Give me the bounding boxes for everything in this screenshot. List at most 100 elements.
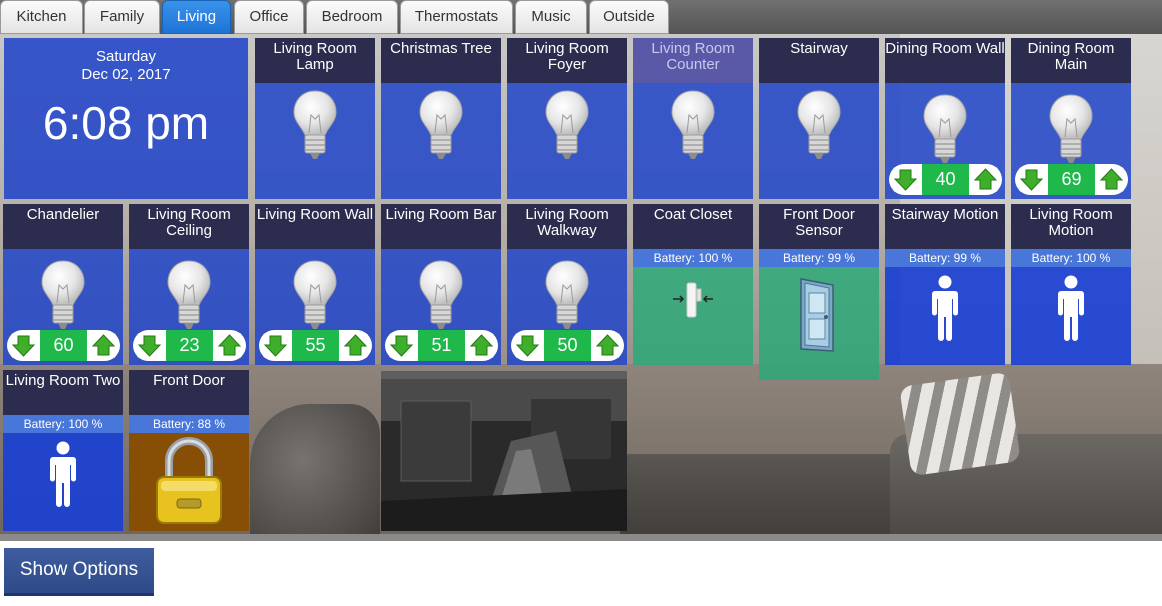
tile-title: Living Room Two [3, 370, 123, 415]
background-chair [250, 404, 380, 541]
tile-title: Front Door [129, 370, 249, 415]
clock-time: 6:08 pm [42, 97, 210, 149]
contact-sensor-icon [673, 282, 713, 318]
tab-bedroom[interactable]: Bedroom [306, 0, 398, 34]
dimmer-tile-dining-room-main[interactable]: Dining Room Main 69 [1011, 38, 1131, 199]
lightbulb-icon [545, 260, 589, 330]
tile-title: Living Room Bar [381, 204, 501, 249]
lightbulb-icon [545, 90, 589, 160]
light-switch[interactable] [759, 83, 879, 199]
dimmer-tile-living-room-bar[interactable]: Living Room Bar 51 [381, 204, 501, 365]
sensor-tile-stairway-motion[interactable]: Stairway Motion Battery: 99 % [885, 204, 1005, 365]
light-tile-christmas-tree[interactable]: Christmas Tree [381, 38, 501, 199]
dimmer-level: 69 [1048, 164, 1095, 195]
arrow-up-icon[interactable] [468, 332, 495, 359]
arrow-up-icon[interactable] [972, 166, 999, 193]
arrow-down-icon[interactable] [136, 332, 163, 359]
tile-title: Christmas Tree [381, 38, 501, 83]
light-switch[interactable] [255, 83, 375, 199]
light-tile-stairway[interactable]: Stairway [759, 38, 879, 199]
lightbulb-icon [293, 260, 337, 330]
dimmer-tile-chandelier[interactable]: Chandelier 60 [3, 204, 123, 365]
arrow-up-icon[interactable] [216, 332, 243, 359]
light-switch[interactable] [507, 83, 627, 199]
camera-image [381, 371, 627, 531]
lightbulb-icon [419, 260, 463, 330]
tile-title: Coat Closet [633, 204, 753, 249]
tab-family[interactable]: Family [84, 0, 160, 34]
arrow-down-icon[interactable] [892, 166, 919, 193]
lock-state[interactable] [129, 433, 249, 531]
battery-status: Battery: 100 % [3, 415, 123, 433]
dimmer-tile-living-room-walkway[interactable]: Living Room Walkway 50 [507, 204, 627, 365]
light-switch[interactable]: 51 [381, 249, 501, 365]
dimmer-tile-dining-room-wall[interactable]: Dining Room Wall 40 [885, 38, 1005, 199]
show-options-button[interactable]: Show Options [4, 548, 154, 596]
sensor-tile-front-door-sensor[interactable]: Front Door Sensor Battery: 99 % [759, 204, 879, 380]
arrow-down-icon[interactable] [1018, 166, 1045, 193]
arrow-down-icon[interactable] [10, 332, 37, 359]
lock-tile-front-door[interactable]: Front Door Battery: 88 % [129, 370, 249, 531]
arrow-down-icon[interactable] [388, 332, 415, 359]
light-switch[interactable] [633, 83, 753, 199]
light-switch[interactable]: 69 [1011, 83, 1131, 199]
camera-feed[interactable] [381, 371, 627, 531]
tab-outside[interactable]: Outside [589, 0, 669, 34]
dimmer-control: 23 [133, 330, 246, 361]
door-icon [800, 278, 834, 352]
light-tile-living-room-lamp[interactable]: Living Room Lamp [255, 38, 375, 199]
tile-title: Living Room Motion [1011, 204, 1131, 249]
dimmer-level: 50 [544, 330, 591, 361]
lightbulb-icon [797, 90, 841, 160]
light-tile-living-room-foyer[interactable]: Living Room Foyer [507, 38, 627, 199]
dimmer-tile-living-room-wall[interactable]: Living Room Wall 55 [255, 204, 375, 365]
dimmer-control: 69 [1015, 164, 1128, 195]
sensor-tile-coat-closet[interactable]: Coat Closet Battery: 100 % [633, 204, 753, 365]
battery-status: Battery: 99 % [885, 249, 1005, 267]
sensor-tile-living-room-motion[interactable]: Living Room Motion Battery: 100 % [1011, 204, 1131, 365]
light-switch[interactable]: 50 [507, 249, 627, 365]
tile-title: Dining Room Wall [885, 38, 1005, 83]
tab-office[interactable]: Office [234, 0, 304, 34]
arrow-up-icon[interactable] [90, 332, 117, 359]
dimmer-level: 55 [292, 330, 339, 361]
dimmer-tile-living-room-ceiling[interactable]: Living Room Ceiling 23 [129, 204, 249, 365]
tab-living[interactable]: Living [162, 0, 231, 34]
light-switch[interactable]: 23 [129, 249, 249, 365]
light-switch[interactable] [381, 83, 501, 199]
room-tab-bar: Kitchen Family Living Office Bedroom The… [0, 0, 1162, 34]
light-switch[interactable]: 40 [885, 83, 1005, 199]
sensor-tile-living-room-two[interactable]: Living Room Two Battery: 100 % [3, 370, 123, 531]
motion-sensor-state [1011, 267, 1131, 365]
tile-title: Chandelier [3, 204, 123, 249]
person-icon [1058, 275, 1084, 341]
lightbulb-icon [41, 260, 85, 330]
arrow-up-icon[interactable] [342, 332, 369, 359]
tab-kitchen[interactable]: Kitchen [0, 0, 83, 34]
contact-sensor-state [633, 267, 753, 365]
arrow-down-icon[interactable] [262, 332, 289, 359]
dimmer-control: 50 [511, 330, 624, 361]
lightbulb-icon [671, 90, 715, 160]
battery-status: Battery: 100 % [633, 249, 753, 267]
battery-status: Battery: 99 % [759, 249, 879, 267]
tile-title: Living Room Foyer [507, 38, 627, 83]
battery-status: Battery: 100 % [1011, 249, 1131, 267]
background-pillow [899, 371, 1021, 477]
tile-title: Dining Room Main [1011, 38, 1131, 83]
arrow-up-icon[interactable] [1098, 166, 1125, 193]
dimmer-level: 40 [922, 164, 969, 195]
light-tile-living-room-counter[interactable]: Living Room Counter [633, 38, 753, 199]
dimmer-level: 51 [418, 330, 465, 361]
tab-thermostats[interactable]: Thermostats [400, 0, 513, 34]
clock-day: Saturday [95, 48, 157, 65]
arrow-up-icon[interactable] [594, 332, 621, 359]
tab-music[interactable]: Music [515, 0, 587, 34]
tile-title: Living Room Counter [633, 38, 753, 83]
tile-title: Stairway [759, 38, 879, 83]
dimmer-level: 60 [40, 330, 87, 361]
light-switch[interactable]: 55 [255, 249, 375, 365]
tile-title: Stairway Motion [885, 204, 1005, 249]
light-switch[interactable]: 60 [3, 249, 123, 365]
arrow-down-icon[interactable] [514, 332, 541, 359]
